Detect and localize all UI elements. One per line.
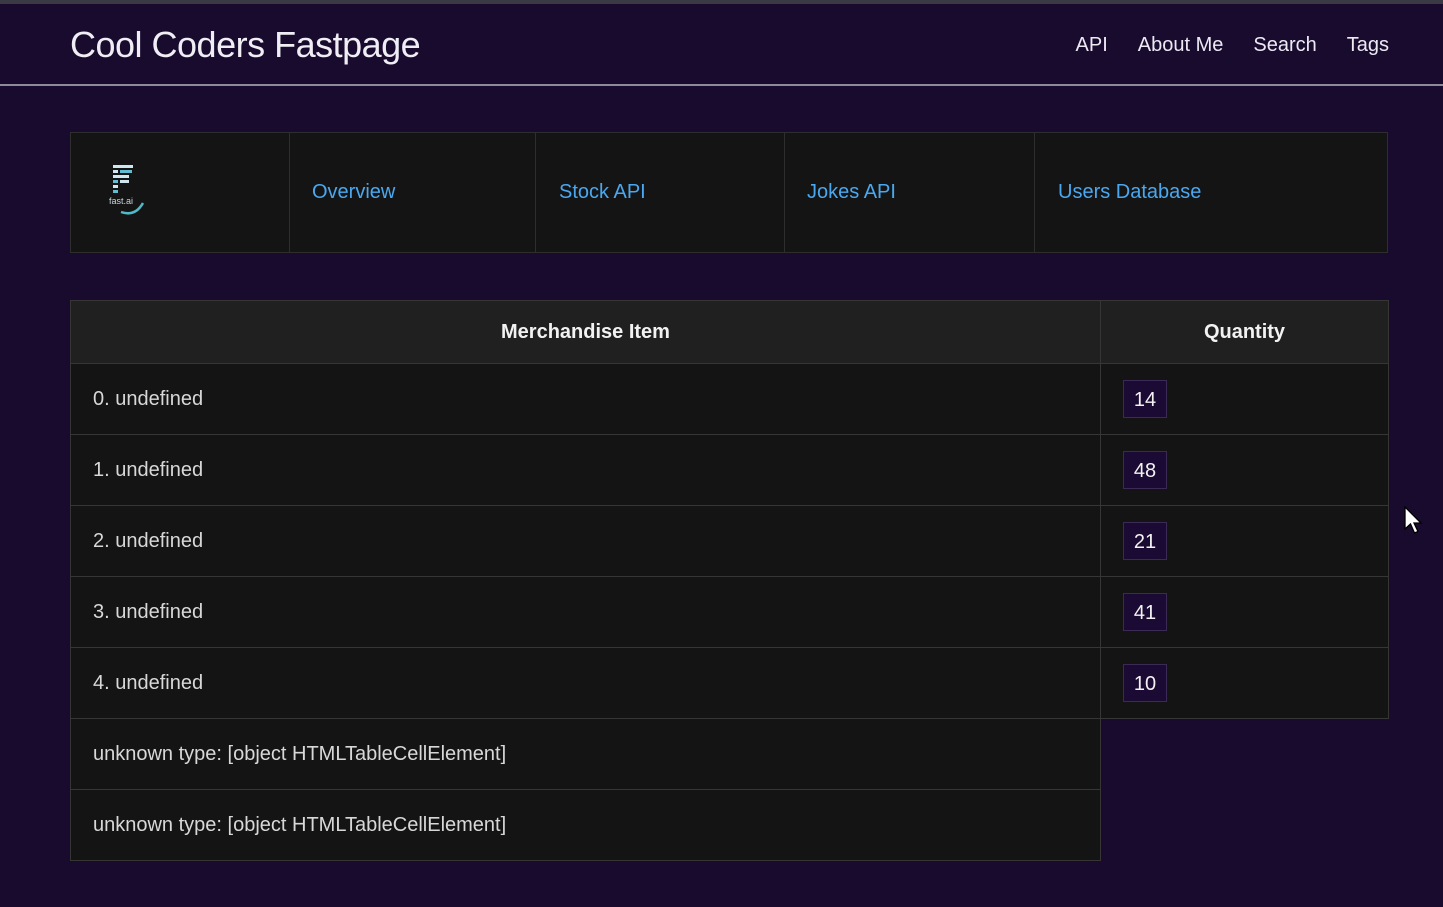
item-cell: 4. undefined: [70, 647, 1101, 719]
table-row-unknown: unknown type: [object HTMLTableCellEleme…: [70, 789, 1389, 861]
item-cell: 3. undefined: [70, 576, 1101, 648]
page-subnav: fast.ai Overview Stock API Jokes API Use…: [70, 132, 1388, 253]
item-cell: 1. undefined: [70, 434, 1101, 506]
header-merchandise-item: Merchandise Item: [70, 300, 1101, 364]
subnav-cell-overview: Overview: [290, 133, 536, 252]
nav-link-about-me[interactable]: About Me: [1138, 34, 1224, 57]
merchandise-table: Merchandise Item Quantity 0. undefined 1…: [70, 300, 1389, 861]
table-row-unknown: unknown type: [object HTMLTableCellEleme…: [70, 718, 1389, 790]
quantity-badge: 10: [1123, 664, 1167, 702]
unknown-type-cell: unknown type: [object HTMLTableCellEleme…: [70, 718, 1101, 790]
quantity-badge: 14: [1123, 380, 1167, 418]
nav-link-tags[interactable]: Tags: [1347, 34, 1389, 57]
subnav-link-jokes-api[interactable]: Jokes API: [807, 181, 896, 204]
fastai-logo-text: fast.ai: [109, 195, 134, 206]
table-row: 1. undefined 48: [70, 434, 1389, 506]
subnav-link-users-database[interactable]: Users Database: [1058, 181, 1201, 204]
mouse-cursor-icon: [1404, 506, 1423, 534]
item-cell: 2. undefined: [70, 505, 1101, 577]
table-row: 0. undefined 14: [70, 363, 1389, 435]
quantity-cell: 48: [1100, 434, 1389, 506]
quantity-cell: 41: [1100, 576, 1389, 648]
table-header-row: Merchandise Item Quantity: [70, 300, 1389, 364]
subnav-cell-users-database: Users Database: [1035, 133, 1387, 252]
top-nav: API About Me Search Tags: [1076, 34, 1389, 57]
quantity-cell: 14: [1100, 363, 1389, 435]
subnav-cell-stock-api: Stock API: [536, 133, 785, 252]
fastai-logo[interactable]: fast.ai: [107, 163, 151, 223]
header-quantity: Quantity: [1100, 300, 1389, 364]
quantity-cell: 10: [1100, 647, 1389, 719]
subnav-link-overview[interactable]: Overview: [312, 181, 395, 204]
site-header: Cool Coders Fastpage API About Me Search…: [0, 4, 1443, 86]
subnav-logo-cell: fast.ai: [71, 133, 290, 252]
subnav-cell-jokes-api: Jokes API: [785, 133, 1035, 252]
quantity-badge: 41: [1123, 593, 1167, 631]
unknown-type-cell: unknown type: [object HTMLTableCellEleme…: [70, 789, 1101, 861]
quantity-cell: 21: [1100, 505, 1389, 577]
site-title-link[interactable]: Cool Coders Fastpage: [70, 24, 421, 66]
table-row: 4. undefined 10: [70, 647, 1389, 719]
table-row: 2. undefined 21: [70, 505, 1389, 577]
quantity-badge: 48: [1123, 451, 1167, 489]
item-cell: 0. undefined: [70, 363, 1101, 435]
nav-link-api[interactable]: API: [1076, 34, 1108, 57]
quantity-badge: 21: [1123, 522, 1167, 560]
subnav-link-stock-api[interactable]: Stock API: [559, 181, 646, 204]
empty-cell: [1101, 790, 1389, 861]
nav-link-search[interactable]: Search: [1253, 34, 1316, 57]
fastai-logo-icon: [113, 164, 145, 215]
empty-cell: [1101, 719, 1389, 790]
table-row: 3. undefined 41: [70, 576, 1389, 648]
